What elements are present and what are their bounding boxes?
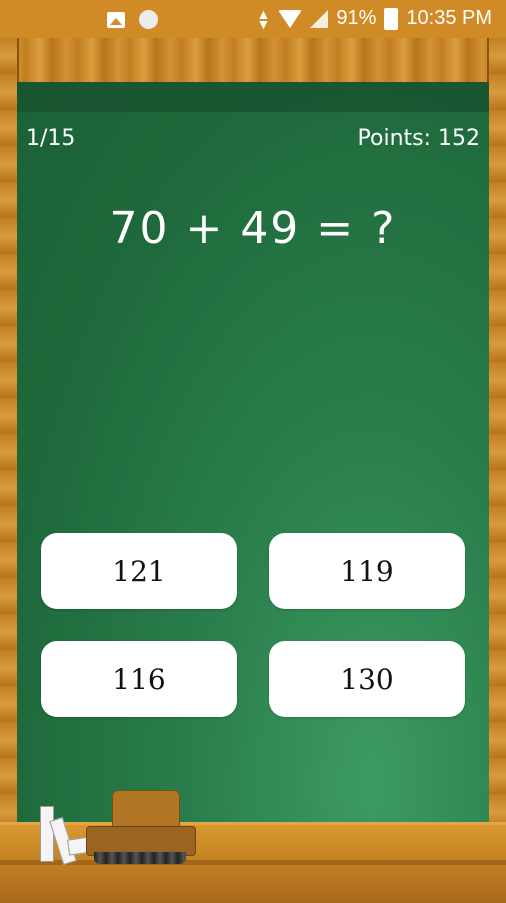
signal-icon [310, 9, 329, 28]
eraser-handle [112, 790, 180, 830]
data-arrows-icon: ▲ ▼ [256, 5, 271, 32]
image-icon [107, 11, 125, 28]
board-top-shadow [17, 82, 489, 112]
frame-top [0, 38, 506, 84]
answer-label: 116 [112, 662, 166, 696]
status-bar: ▲ ▼ 91% 10:35 PM [0, 0, 506, 38]
status-left-icons [107, 10, 158, 29]
battery-icon [384, 7, 399, 30]
answer-label: 121 [112, 554, 166, 588]
wifi-icon [278, 9, 303, 28]
answer-button-4[interactable]: 130 [269, 641, 465, 717]
circle-icon [139, 10, 158, 29]
frame-right [487, 38, 506, 838]
answer-label: 119 [340, 554, 394, 588]
answer-button-1[interactable]: 121 [41, 533, 237, 609]
answer-label: 130 [340, 662, 394, 696]
math-question: 70 + 49 = ? [109, 203, 397, 254]
eraser-felt [94, 852, 186, 864]
answer-button-2[interactable]: 119 [269, 533, 465, 609]
points-score: Points: 152 [357, 126, 480, 151]
question-counter: 1/15 [26, 126, 76, 151]
chalk-icon [40, 806, 54, 862]
clock: 10:35 PM [406, 7, 492, 29]
status-right-icons: ▲ ▼ 91% 10:35 PM [256, 5, 493, 32]
answer-button-3[interactable]: 116 [41, 641, 237, 717]
battery-percent: 91% [336, 7, 377, 29]
